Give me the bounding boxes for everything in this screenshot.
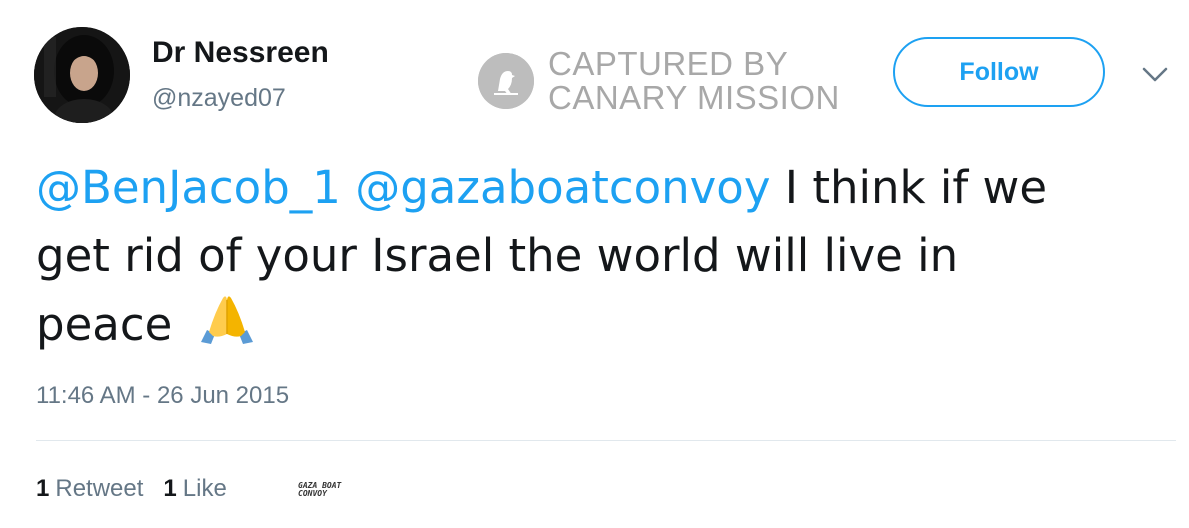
user-avatar[interactable] <box>34 27 130 123</box>
tweet-text-segment: get rid of your Israel the world will li… <box>36 229 959 282</box>
liker-avatar-line-2: CONVOY <box>298 489 327 498</box>
tweet-card: Dr Nessreen @nzayed07 CAPTURED BY CANARY… <box>0 0 1189 528</box>
retweet-stat[interactable]: 1 Retweet <box>36 475 143 503</box>
stamp-line-1: CAPTURED BY <box>548 45 789 82</box>
follow-button[interactable]: Follow <box>893 37 1105 107</box>
avatar-image <box>34 27 130 123</box>
capture-watermark: CAPTURED BY CANARY MISSION <box>478 47 840 115</box>
retweet-count: 1 <box>36 475 50 502</box>
liker-avatar[interactable]: GAZA BOAT CONVOY <box>298 482 356 500</box>
folded-hands-icon <box>193 290 261 346</box>
more-options-caret[interactable] <box>1140 62 1170 86</box>
user-handle[interactable]: @nzayed07 <box>152 84 286 113</box>
stamp-line-2: CANARY MISSION <box>548 79 840 116</box>
tweet-stats: 1 Retweet 1 Like <box>36 475 227 503</box>
mention-link[interactable]: @gazaboatconvoy <box>355 161 770 214</box>
like-stat[interactable]: 1 Like <box>163 475 226 503</box>
mention-link[interactable]: @BenJacob_1 <box>36 161 341 214</box>
like-count: 1 <box>163 475 177 502</box>
tweet-text-segment: peace <box>36 298 173 351</box>
capture-watermark-text: CAPTURED BY CANARY MISSION <box>548 47 840 115</box>
tweet-timestamp[interactable]: 11:46 AM - 26 Jun 2015 <box>36 382 289 410</box>
like-label: Like <box>182 475 227 502</box>
divider <box>36 440 1176 441</box>
tweet-text-segment: I think if we <box>770 161 1048 214</box>
display-name[interactable]: Dr Nessreen <box>152 36 329 70</box>
chevron-down-icon <box>1142 67 1168 82</box>
retweet-label: Retweet <box>55 475 144 502</box>
tweet-text: @BenJacob_1 @gazaboatconvoy I think if w… <box>36 154 1166 359</box>
canary-logo-icon <box>478 53 534 109</box>
